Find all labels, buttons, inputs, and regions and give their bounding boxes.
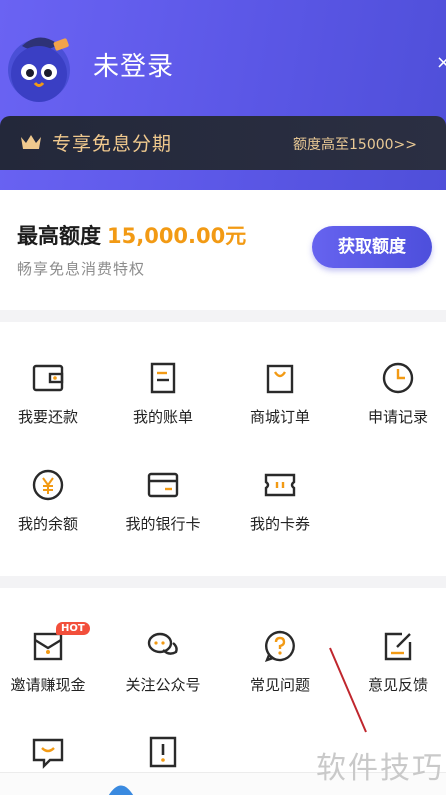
credit-subtitle: 畅享免息消费特权 bbox=[17, 260, 146, 278]
message-smile-icon bbox=[32, 738, 64, 769]
vip-installment-banner[interactable]: 专享免息分期 额度高至15000>> bbox=[0, 116, 446, 170]
credit-label: 最高额度 bbox=[17, 224, 101, 248]
clock-icon bbox=[382, 362, 414, 394]
get-credit-button[interactable]: 获取额度 bbox=[312, 226, 432, 268]
bank-card-icon bbox=[147, 472, 179, 498]
divider bbox=[0, 576, 446, 588]
grid-item-label: 申请记录 bbox=[367, 408, 428, 426]
hot-badge: HOT bbox=[56, 622, 90, 635]
warning-icon bbox=[149, 736, 177, 768]
grid-item-bill[interactable]: 我的账单 bbox=[113, 360, 213, 427]
bill-icon bbox=[150, 362, 176, 394]
shopping-bag-icon bbox=[266, 364, 294, 394]
avatar[interactable] bbox=[2, 28, 76, 102]
grid-item-application-records[interactable]: 申请记录 bbox=[348, 360, 446, 427]
chat-bubbles-icon bbox=[147, 632, 178, 655]
watermark: 软件技巧 bbox=[316, 751, 444, 786]
crown-icon bbox=[21, 135, 41, 149]
profile-header: 未登录 × 专享免息分期 额度高至15000>> bbox=[0, 0, 446, 190]
login-status[interactable]: 未登录 bbox=[93, 46, 174, 83]
vip-title: 专享免息分期 bbox=[52, 133, 173, 155]
divider bbox=[0, 310, 446, 322]
credit-amount: 15,000.00元 bbox=[107, 224, 247, 248]
grid-item-label: 邀请赚现金 bbox=[10, 676, 86, 694]
grid-item-label: 关注公众号 bbox=[125, 676, 201, 694]
yen-coin-icon bbox=[32, 469, 64, 501]
grid-item-balance[interactable]: 我的余额 bbox=[0, 467, 98, 534]
grid-item-label: 我的余额 bbox=[17, 515, 78, 533]
home-tab-icon[interactable] bbox=[101, 775, 141, 795]
close-icon[interactable]: × bbox=[436, 52, 446, 73]
grid-item-faq[interactable]: 常见问题 bbox=[230, 628, 330, 695]
ticket-icon bbox=[264, 473, 296, 497]
grid-item-label: 我的卡券 bbox=[249, 515, 310, 533]
grid-item-coupons[interactable]: 我的卡券 bbox=[230, 467, 330, 534]
grid-item-report[interactable] bbox=[113, 734, 213, 770]
grid-item-mall-orders[interactable]: 商城订单 bbox=[230, 360, 330, 427]
grid-item-follow-official-account[interactable]: 关注公众号 bbox=[113, 628, 213, 695]
credit-panel: 最高额度 15,000.00元 畅享免息消费特权 获取额度 bbox=[0, 190, 446, 310]
grid-item-label: 商城订单 bbox=[249, 408, 310, 426]
grid-item-invite-cash[interactable]: HOT 邀请赚现金 bbox=[0, 622, 98, 695]
grid-item-label: 我的银行卡 bbox=[125, 515, 201, 533]
grid-item-bank-card[interactable]: 我的银行卡 bbox=[113, 467, 213, 534]
grid-item-label: 常见问题 bbox=[249, 676, 310, 694]
feedback-icon bbox=[384, 632, 412, 661]
grid-item-message[interactable] bbox=[0, 734, 98, 770]
vip-limit-link[interactable]: 额度高至15000>> bbox=[293, 134, 417, 154]
grid-item-label: 我要还款 bbox=[17, 408, 78, 426]
annotation-arrow bbox=[329, 647, 367, 733]
grid-item-repay[interactable]: 我要还款 bbox=[0, 360, 98, 427]
wallet-icon bbox=[32, 364, 64, 392]
question-icon bbox=[264, 630, 295, 662]
grid-item-label: 我的账单 bbox=[132, 408, 193, 426]
